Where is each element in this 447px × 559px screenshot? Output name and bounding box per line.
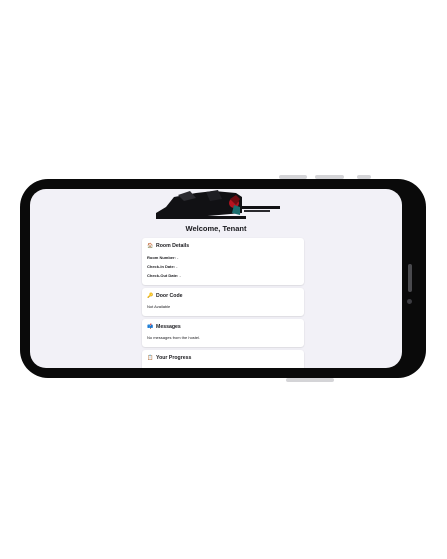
- room-number-label: Room Number:: [147, 255, 176, 260]
- messages-title: Messages: [156, 324, 181, 330]
- room-details-heading: 🏠 Room Details: [147, 243, 189, 249]
- check-in-row: Check-In Date: -: [147, 264, 177, 269]
- header-banner-image: [156, 190, 280, 219]
- house-icon: 🏠: [147, 243, 154, 249]
- messages-value: No messages from the hostel.: [147, 335, 201, 340]
- check-in-value: -: [176, 264, 178, 269]
- door-code-title: Door Code: [156, 293, 183, 299]
- progress-card: 📋 Your Progress: [142, 350, 304, 368]
- check-out-row: Check-Out Date: -: [147, 273, 181, 278]
- speaker-grille: [408, 264, 412, 292]
- power-button: [286, 378, 334, 382]
- clipboard-icon: 📋: [147, 355, 154, 361]
- door-code-value: Not Available: [147, 304, 171, 309]
- page-title: Welcome, Tenant: [185, 224, 247, 233]
- progress-heading: 📋 Your Progress: [147, 355, 191, 361]
- page: Welcome, Tenant 🏠 Room Details Room Numbe…: [0, 0, 447, 559]
- front-camera: [407, 299, 412, 304]
- app-screen: Welcome, Tenant 🏠 Room Details Room Numbe…: [30, 189, 402, 368]
- messages-heading: 📫 Messages: [147, 324, 181, 330]
- room-number-value: -: [177, 255, 179, 260]
- check-in-label: Check-In Date:: [147, 264, 176, 269]
- room-details-card: 🏠 Room Details Room Number: - Check-In Da…: [142, 238, 304, 285]
- check-out-value: -: [179, 273, 181, 278]
- room-details-title: Room Details: [156, 243, 190, 249]
- progress-title: Your Progress: [156, 355, 192, 361]
- mailbox-icon: 📫: [147, 324, 154, 330]
- messages-card: 📫 Messages No messages from the hostel.: [142, 319, 304, 347]
- door-code-heading: 🔑 Door Code: [147, 293, 183, 299]
- room-number-row: Room Number: -: [147, 255, 178, 260]
- door-code-card: 🔑 Door Code Not Available: [142, 288, 304, 316]
- check-out-label: Check-Out Date:: [147, 273, 179, 278]
- key-icon: 🔑: [147, 293, 154, 299]
- phone-notch: [402, 229, 422, 329]
